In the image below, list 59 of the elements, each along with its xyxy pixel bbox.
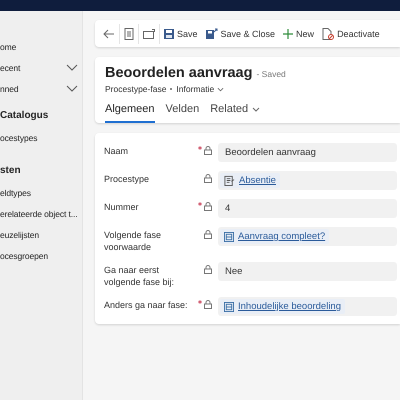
chevron-down-icon (252, 106, 260, 112)
entity-name: Procestype-fase (105, 84, 166, 94)
field-label: Nummer (104, 201, 140, 213)
lookup-field[interactable]: Aanvraag compleet? (218, 227, 397, 246)
input-field[interactable]: 4 (218, 199, 397, 218)
window-icon (143, 28, 155, 38)
sidebar-item[interactable]: ocesgroepen (0, 250, 48, 260)
lookup-field[interactable]: Inhoudelijke beoordeling (218, 297, 397, 316)
record-title: Beoordelen aanvraag (105, 65, 252, 81)
lookup-link[interactable]: Absentie (220, 173, 280, 188)
required-asterisk-icon (198, 300, 202, 304)
save-status: - Saved (256, 69, 286, 79)
record-icon (224, 232, 234, 242)
lock-icon (204, 146, 212, 155)
sidebar-heading: sten (0, 164, 21, 176)
sidebar-item[interactable]: erelateerde object t... (0, 208, 78, 218)
sidebar-item[interactable]: ecent (0, 62, 20, 72)
lock-icon (204, 300, 212, 309)
required-asterisk-icon (198, 202, 202, 206)
tab[interactable]: Related (210, 103, 260, 123)
chevron-down-icon (217, 86, 224, 92)
lock-icon (204, 174, 212, 183)
back-arrow-icon (103, 28, 115, 38)
sidebar-item[interactable]: eldtypes (0, 188, 31, 198)
lock-icon (204, 230, 212, 239)
record-icon (224, 302, 234, 312)
input-field[interactable]: Nee (218, 262, 397, 281)
save-and-close-button[interactable]: Save & Close (202, 20, 280, 47)
field-label: Procestype (104, 173, 150, 185)
lookup-link[interactable]: Inhoudelijke beoordeling (220, 299, 345, 314)
sidebar-heading: Catalogus (0, 110, 48, 120)
separator-dot (170, 88, 172, 90)
new-button[interactable]: New (279, 20, 318, 47)
form-selector[interactable]: Informatie (176, 84, 224, 94)
required-asterisk-icon (198, 146, 202, 150)
clipboard-icon (224, 175, 235, 186)
field-label: Volgende fase voorwaarde (104, 229, 162, 253)
save-button[interactable]: Save (159, 24, 202, 44)
plus-icon (283, 28, 294, 38)
sidebar-item[interactable]: nned (0, 84, 19, 94)
document-icon (124, 28, 134, 40)
tab[interactable]: Velden (166, 103, 200, 123)
document-deny-icon (322, 28, 334, 40)
chevron-down-icon[interactable] (66, 85, 78, 92)
lock-icon (204, 202, 212, 211)
sidebar-item[interactable]: euzelijsten (0, 230, 40, 240)
input-field[interactable]: Beoordelen aanvraag (218, 143, 397, 162)
tab[interactable]: Algemeen (105, 103, 155, 123)
field-label: Naam (104, 145, 130, 157)
field-label: Ga naar eerst volgende fase bij: (104, 264, 176, 288)
lock-icon (204, 265, 212, 274)
sidebar-item[interactable]: ocestypes (0, 132, 38, 142)
sidebar-item[interactable]: ome (0, 42, 16, 52)
floppy-disk-icon (206, 28, 218, 39)
chevron-down-icon[interactable] (66, 64, 78, 71)
deactivate-button[interactable]: Deactivate (318, 20, 384, 47)
field-label: Anders ga naar fase: (104, 299, 189, 311)
lookup-field[interactable]: Absentie (218, 171, 397, 190)
lookup-link[interactable]: Aanvraag compleet? (220, 229, 330, 244)
